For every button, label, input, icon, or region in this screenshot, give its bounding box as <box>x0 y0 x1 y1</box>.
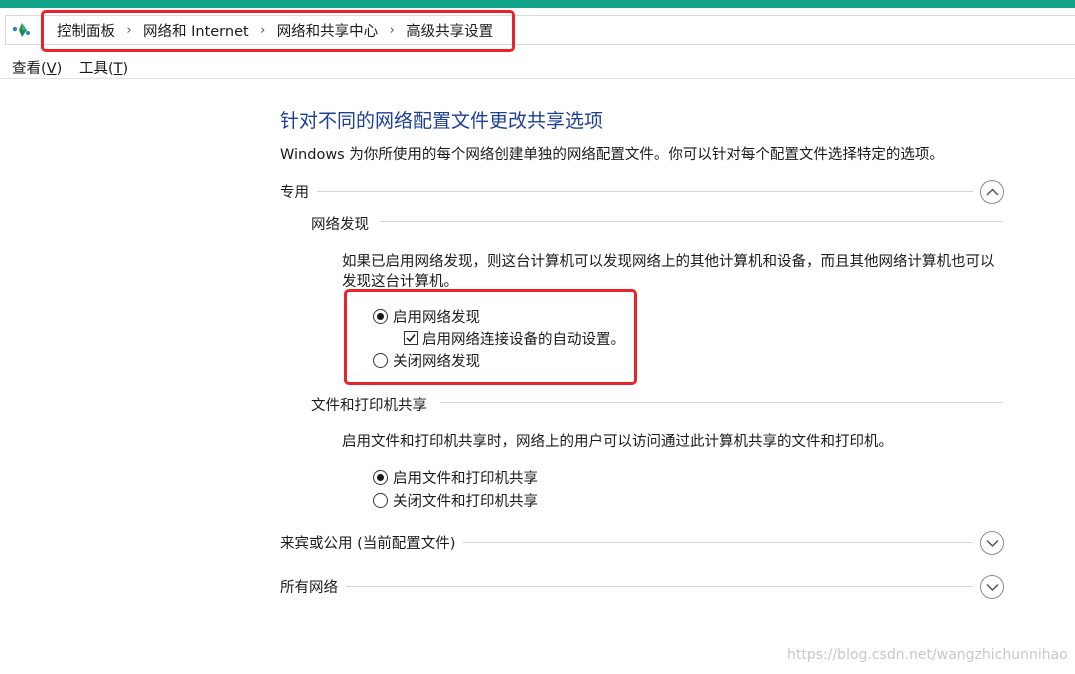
chevron-right-icon[interactable]: › <box>379 23 405 38</box>
profile-guest-public-label[interactable]: 来宾或公用 (当前配置文件) <box>280 532 464 553</box>
file-sharing-off-option[interactable]: 关闭文件和打印机共享 <box>373 490 538 510</box>
checkbox-label: 启用网络连接设备的自动设置。 <box>422 331 625 348</box>
watermark-text: https://blog.csdn.net/wangzhichunnihao <box>787 647 1068 663</box>
network-discovery-off-option[interactable]: 关闭网络发现 <box>373 350 480 370</box>
radio-label: 启用网络发现 <box>393 309 480 326</box>
expand-guest-public-button[interactable] <box>980 531 1004 555</box>
expand-all-networks-button[interactable] <box>980 575 1004 599</box>
chevron-right-icon[interactable]: › <box>250 23 276 38</box>
file-sharing-off-radio[interactable] <box>373 492 388 508</box>
menu-tools[interactable]: 工具(T) <box>79 57 128 78</box>
network-discovery-heading: 网络发现 <box>311 213 377 234</box>
profile-all-networks-label[interactable]: 所有网络 <box>280 576 346 597</box>
network-globe-icon <box>12 21 32 39</box>
chevron-down-icon <box>986 583 999 592</box>
address-bar[interactable]: 控制面板 › 网络和 Internet › 网络和共享中心 › 高级共享设置 <box>5 15 1075 45</box>
network-discovery-off-radio[interactable] <box>373 352 388 368</box>
chevron-right-icon[interactable]: › <box>116 23 142 38</box>
divider <box>440 402 1003 403</box>
radio-label: 关闭网络发现 <box>393 353 480 370</box>
breadcrumb-network-sharing-center[interactable]: 网络和共享中心 <box>276 20 380 41</box>
divider <box>300 191 973 192</box>
collapse-private-button[interactable] <box>980 180 1004 204</box>
menu-bar: 查看(V) 工具(T) <box>0 53 1075 79</box>
radio-label: 关闭文件和打印机共享 <box>393 493 538 510</box>
page-title: 针对不同的网络配置文件更改共享选项 <box>280 110 604 132</box>
auto-setup-option[interactable]: 启用网络连接设备的自动设置。 <box>404 328 625 348</box>
divider <box>460 542 973 543</box>
checkmark-icon <box>406 334 416 343</box>
network-discovery-on-radio[interactable] <box>373 308 388 324</box>
window-accent-strip <box>0 0 1075 8</box>
breadcrumb-advanced-sharing[interactable]: 高级共享设置 <box>405 20 494 41</box>
file-sharing-on-radio[interactable] <box>373 469 388 485</box>
chevron-up-icon <box>986 188 999 196</box>
file-printer-sharing-heading: 文件和打印机共享 <box>311 394 435 415</box>
breadcrumb-network-internet[interactable]: 网络和 Internet <box>142 20 250 41</box>
radio-label: 启用文件和打印机共享 <box>393 470 538 487</box>
file-sharing-on-option[interactable]: 启用文件和打印机共享 <box>373 467 538 487</box>
breadcrumb-control-panel[interactable]: 控制面板 <box>56 20 116 41</box>
menu-view[interactable]: 查看(V) <box>12 57 62 78</box>
file-printer-sharing-description: 启用文件和打印机共享时，网络上的用户可以访问通过此计算机共享的文件和打印机。 <box>342 434 893 450</box>
divider <box>380 221 1003 222</box>
page-description: Windows 为你所使用的每个网络创建单独的网络配置文件。你可以针对每个配置文… <box>280 147 944 163</box>
profile-private-label[interactable]: 专用 <box>280 181 317 202</box>
divider <box>345 586 973 587</box>
auto-setup-checkbox[interactable] <box>404 331 418 345</box>
chevron-down-icon <box>986 539 999 548</box>
breadcrumb: 控制面板 › 网络和 Internet › 网络和共享中心 › 高级共享设置 <box>56 16 494 44</box>
network-discovery-on-option[interactable]: 启用网络发现 <box>373 306 480 326</box>
network-discovery-description: 如果已启用网络发现，则这台计算机可以发现网络上的其他计算机和设备，而且其他网络计… <box>342 254 995 290</box>
